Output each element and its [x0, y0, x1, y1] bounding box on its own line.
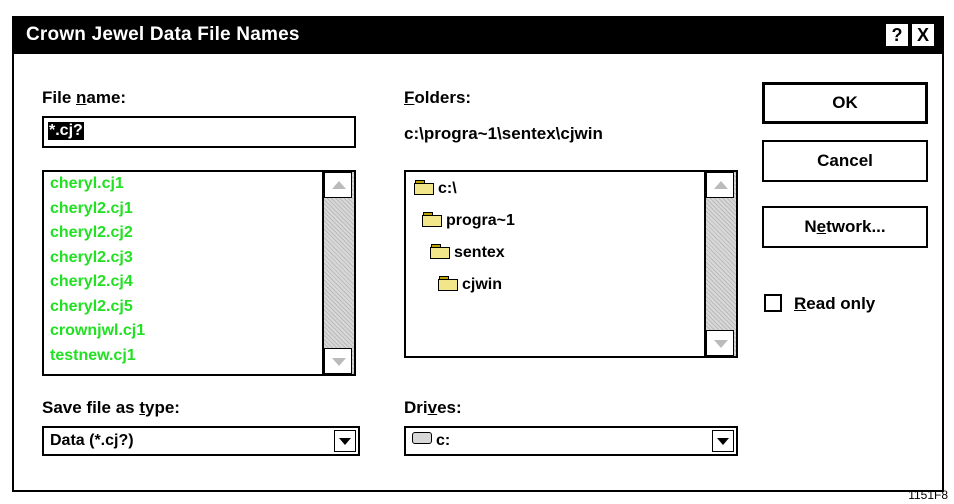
- read-only-label[interactable]: Read only: [794, 294, 875, 314]
- drives-select[interactable]: c:: [404, 426, 738, 456]
- file-list-item[interactable]: testnew.cj1: [50, 347, 136, 364]
- folder-item[interactable]: sentex: [430, 244, 505, 262]
- folder-item-label: cjwin: [462, 276, 503, 293]
- file-list-item[interactable]: cheryl2.cj4: [50, 274, 133, 290]
- folder-tree-scrollbar[interactable]: [704, 172, 736, 356]
- file-list-scrollbar[interactable]: [322, 172, 354, 374]
- file-list-item[interactable]: cheryl2.cj5: [50, 298, 133, 315]
- figure-id: 1151F8: [908, 488, 948, 502]
- hard-drive-icon: [412, 432, 432, 444]
- title-bar[interactable]: Crown Jewel Data File Names ? X: [14, 18, 942, 54]
- save-type-value: Data (*.cj?): [50, 432, 134, 449]
- folder-open-icon: [414, 180, 434, 195]
- scroll-down-arrow-icon[interactable]: [706, 330, 734, 356]
- folder-item-label: progra~1: [446, 212, 515, 229]
- current-folder-path: c:\progra~1\sentex\cjwin: [404, 124, 603, 143]
- scroll-down-arrow-icon[interactable]: [324, 348, 352, 374]
- cancel-button[interactable]: Cancel: [762, 140, 928, 182]
- folder-item-label: sentex: [454, 244, 505, 261]
- scroll-up-arrow-icon[interactable]: [324, 172, 352, 198]
- folder-item[interactable]: c:\: [414, 180, 457, 198]
- window-title: Crown Jewel Data File Names: [26, 24, 300, 45]
- read-only-checkbox[interactable]: [764, 294, 782, 312]
- folder-open-icon: [430, 244, 450, 259]
- help-button[interactable]: ?: [886, 24, 908, 46]
- file-list-item[interactable]: cheryl2.cj1: [50, 200, 133, 217]
- ok-button[interactable]: OK: [762, 82, 928, 124]
- folder-item-label: c:\: [438, 180, 457, 197]
- save-type-select[interactable]: Data (*.cj?): [42, 426, 360, 456]
- folder-tree[interactable]: c:\ progra~1 sentex cjwin: [404, 170, 738, 358]
- save-type-label: Save file as type:: [42, 398, 180, 417]
- folder-item[interactable]: cjwin: [438, 276, 502, 294]
- folders-label: Folders:: [404, 88, 472, 107]
- file-name-label: File name:: [42, 88, 127, 107]
- file-name-value: *.cj?: [48, 122, 84, 140]
- file-list-item[interactable]: cheryl2.cj3: [50, 249, 133, 266]
- scroll-up-arrow-icon[interactable]: [706, 172, 734, 198]
- file-dialog: Crown Jewel Data File Names ? X File nam…: [12, 16, 944, 492]
- close-button[interactable]: X: [912, 24, 934, 46]
- file-list-item[interactable]: cheryl2.cj2: [50, 225, 133, 241]
- folder-item[interactable]: progra~1: [422, 212, 515, 230]
- file-list-item[interactable]: cheryl.cj1: [50, 176, 124, 192]
- file-list[interactable]: cheryl.cj1 cheryl2.cj1 cheryl2.cj2 cheryl2.…: [42, 170, 356, 376]
- folder-open-icon: [438, 276, 458, 291]
- dropdown-arrow-icon[interactable]: [334, 430, 356, 452]
- file-name-input[interactable]: *.cj?: [42, 116, 356, 148]
- file-list-item[interactable]: crownjwl.cj1: [50, 323, 145, 339]
- drives-label: Drives:: [404, 398, 462, 417]
- dropdown-arrow-icon[interactable]: [712, 430, 734, 452]
- drives-value: c:: [436, 432, 451, 449]
- network-button[interactable]: Network...: [762, 206, 928, 248]
- folder-open-icon: [422, 212, 442, 227]
